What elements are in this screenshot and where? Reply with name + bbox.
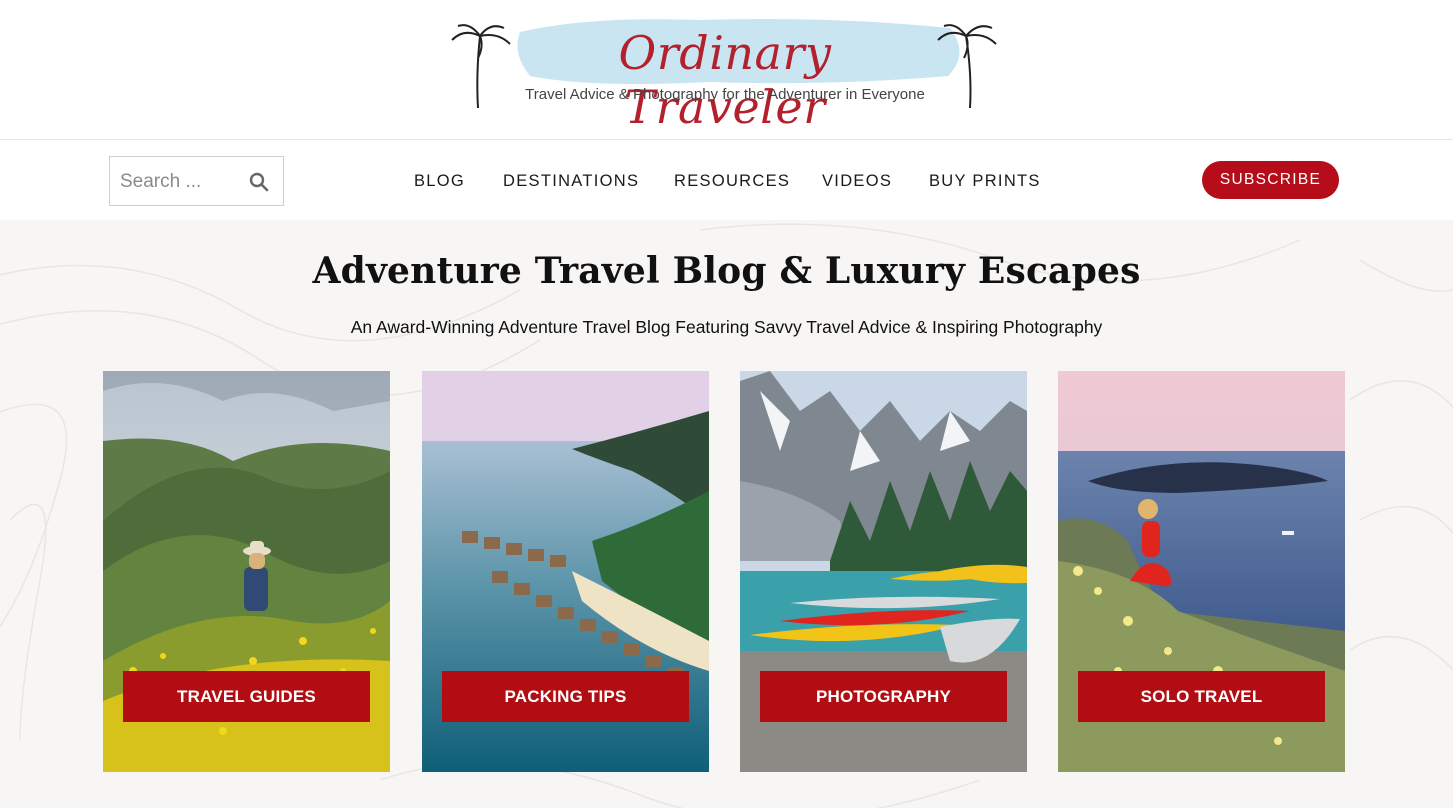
main-navigation: BLOG DESTINATIONS RESOURCES VIDEOS BUY P… bbox=[0, 141, 1453, 220]
site-logo[interactable]: Ordinary Traveler Travel Advice & Photog… bbox=[450, 14, 1000, 134]
logo-title: Ordinary Traveler bbox=[618, 26, 832, 134]
site-header: Ordinary Traveler Travel Advice & Photog… bbox=[0, 0, 1453, 140]
photography-button[interactable]: PHOTOGRAPHY bbox=[760, 671, 1007, 722]
solo-travel-button[interactable]: SOLO TRAVEL bbox=[1078, 671, 1325, 722]
left-palm-icon bbox=[451, 24, 511, 109]
nav-item-destinations[interactable]: DESTINATIONS bbox=[503, 172, 639, 191]
category-card-solo-travel[interactable]: SOLO TRAVEL bbox=[1058, 371, 1345, 772]
subscribe-button[interactable]: SUBSCRIBE bbox=[1202, 161, 1339, 199]
page-subtitle: An Award-Winning Adventure Travel Blog F… bbox=[350, 317, 1103, 337]
category-card-photography[interactable]: PHOTOGRAPHY bbox=[740, 371, 1027, 772]
category-card-packing-tips[interactable]: PACKING TIPS bbox=[422, 371, 709, 772]
main-content: Adventure Travel Blog & Luxury Escapes A… bbox=[0, 220, 1453, 808]
travel-guides-button[interactable]: TRAVEL GUIDES bbox=[123, 671, 370, 722]
logo-tagline: Travel Advice & Photography for the Adve… bbox=[525, 86, 925, 103]
nav-item-blog[interactable]: BLOG bbox=[414, 172, 465, 191]
nav-item-buy-prints[interactable]: BUY PRINTS bbox=[929, 172, 1041, 191]
nav-item-resources[interactable]: RESOURCES bbox=[674, 172, 790, 191]
page-title: Adventure Travel Blog & Luxury Escapes bbox=[312, 250, 1141, 292]
category-card-travel-guides[interactable]: TRAVEL GUIDES bbox=[103, 371, 390, 772]
nav-item-videos[interactable]: VIDEOS bbox=[822, 172, 892, 191]
packing-tips-button[interactable]: PACKING TIPS bbox=[442, 671, 689, 722]
